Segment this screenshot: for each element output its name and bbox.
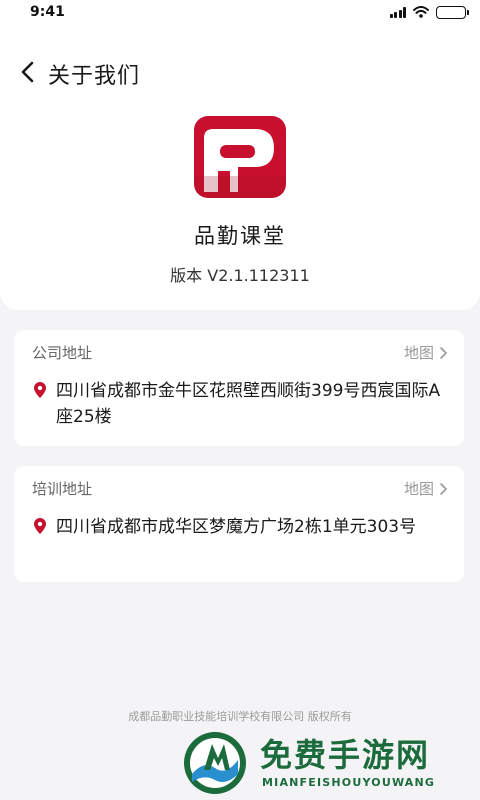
card-label: 培训地址	[32, 480, 93, 498]
chevron-right-icon	[440, 346, 447, 359]
status-icons	[389, 5, 469, 19]
address-text: 四川省成都市成华区梦魔方广场2栋1单元303号	[56, 517, 417, 537]
training-address-card: 培训地址 地图 四川省成都市成华区梦魔方广场2栋1单元303号	[14, 466, 464, 582]
chevron-right-icon	[440, 482, 447, 495]
app-version: 版本 V2.1.112311	[170, 266, 310, 285]
app-logo	[194, 116, 286, 198]
location-pin-icon	[34, 382, 46, 398]
watermark-logo-icon	[184, 732, 246, 794]
location-pin-icon	[34, 518, 46, 534]
page-title: 关于我们	[48, 64, 141, 89]
copyright-footer: 成都品勤职业技能培训学校有限公司 版权所有	[128, 710, 352, 723]
card-label: 公司地址	[32, 344, 93, 362]
map-link-label: 地图	[403, 480, 434, 498]
nav-bar: 关于我们	[0, 52, 480, 92]
wifi-icon	[413, 6, 429, 18]
watermark: 免费手游网 MIANFEISHOUYOUWANG	[182, 726, 480, 800]
map-link-label: 地图	[403, 344, 434, 362]
battery-icon	[436, 5, 469, 19]
map-link[interactable]: 地图	[404, 342, 448, 363]
app-name: 品勤课堂	[194, 224, 286, 248]
status-time: 9:41	[30, 4, 65, 20]
watermark-subtitle: MIANFEISHOUYOUWANG	[262, 776, 436, 789]
status-bar: 9:41	[0, 0, 480, 26]
back-button[interactable]	[16, 58, 42, 86]
map-link[interactable]: 地图	[404, 478, 448, 499]
chevron-left-icon	[21, 61, 34, 83]
address-text: 四川省成都市金牛区花照壁西顺街399号西宸国际A座25楼	[56, 381, 441, 427]
watermark-title: 免费手游网	[260, 736, 431, 774]
cellular-signal-icon	[389, 6, 406, 18]
company-address-card: 公司地址 地图 四川省成都市金牛区花照壁西顺街399号西宸国际A座25楼	[14, 330, 464, 446]
